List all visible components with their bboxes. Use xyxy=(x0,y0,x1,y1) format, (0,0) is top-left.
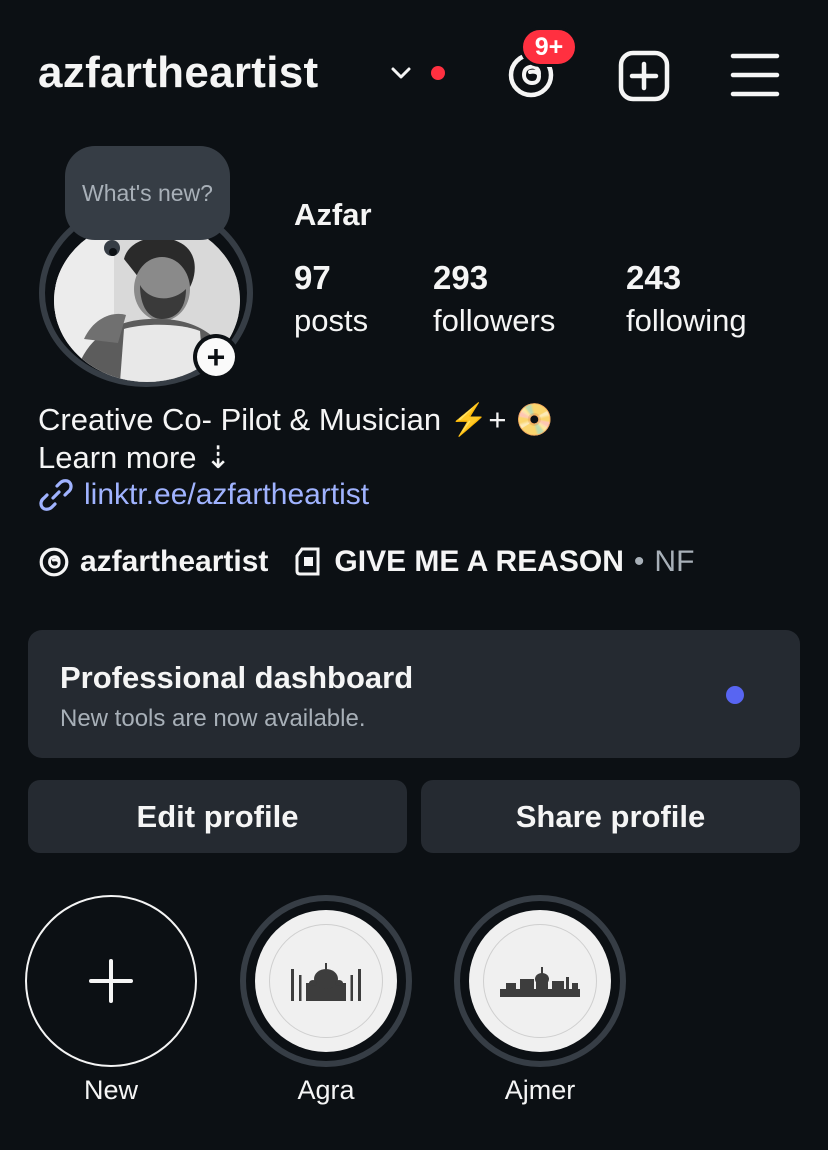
stat-value: 293 xyxy=(433,259,489,296)
stat-label: posts xyxy=(294,303,369,338)
dashboard-subtitle: New tools are now available. xyxy=(60,705,366,732)
highlight-ajmer[interactable]: Ajmer xyxy=(454,895,626,1106)
bio-link[interactable]: linktr.ee/azfartheartist xyxy=(38,477,369,513)
plus-icon: + xyxy=(197,338,235,376)
add-story-button[interactable]: + xyxy=(193,334,239,380)
bio-line: Creative Co- Pilot & Musician ⚡+ 📀 xyxy=(38,402,554,437)
profile-chips: azfartheartist GIVE ME A REASON • NF xyxy=(38,545,694,579)
notification-badge: 9+ xyxy=(520,27,578,67)
threads-icon xyxy=(39,547,69,577)
stat-followers[interactable]: 293 followers xyxy=(433,258,555,344)
bio: Creative Co- Pilot & Musician ⚡+ 📀 Learn… xyxy=(38,401,554,477)
menu-icon[interactable] xyxy=(729,50,781,100)
highlight-agra[interactable]: Agra xyxy=(240,895,412,1106)
highlight-new[interactable]: New xyxy=(25,895,197,1106)
note-bubble-tail-hole xyxy=(109,248,117,256)
highlight-cover[interactable] xyxy=(240,895,412,1067)
stat-following[interactable]: 243 following xyxy=(626,258,747,344)
stat-label: following xyxy=(626,303,747,338)
threads-handle[interactable]: azfartheartist xyxy=(80,545,268,579)
plus-icon xyxy=(89,959,133,1003)
link-icon xyxy=(39,479,73,511)
profile-song-artist: NF xyxy=(654,545,695,578)
edit-profile-button[interactable]: Edit profile xyxy=(28,780,407,853)
stat-label: followers xyxy=(433,303,556,338)
stat-value: 243 xyxy=(626,259,682,296)
create-post-icon[interactable] xyxy=(617,49,671,103)
dashboard-title: Professional dashboard xyxy=(60,660,414,695)
highlight-label: Ajmer xyxy=(504,1075,576,1105)
display-name: Azfar xyxy=(294,197,372,232)
new-indicator-dot xyxy=(726,686,744,704)
new-highlight-circle[interactable] xyxy=(25,895,197,1067)
stat-value: 97 xyxy=(294,259,331,296)
account-alert-dot xyxy=(431,66,445,80)
stat-posts[interactable]: 97 posts xyxy=(294,258,368,344)
note-bubble[interactable]: What's new? xyxy=(65,146,230,240)
profile-song-title[interactable]: GIVE ME A REASON xyxy=(334,545,623,579)
bio-link-text[interactable]: linktr.ee/azfartheartist xyxy=(84,478,369,512)
profile-username[interactable]: azfartheartist xyxy=(38,46,319,100)
ajmer-skyline-icon xyxy=(500,967,580,997)
song-separator: • xyxy=(633,545,645,578)
share-profile-button[interactable]: Share profile xyxy=(421,780,800,853)
highlight-label: New xyxy=(83,1075,138,1105)
chevron-down-icon[interactable] xyxy=(388,60,414,86)
highlight-label: Agra xyxy=(297,1075,355,1105)
music-note-icon xyxy=(295,547,320,576)
learn-more-link[interactable]: Learn more ⇣ xyxy=(38,439,554,477)
highlight-cover[interactable] xyxy=(454,895,626,1067)
taj-mahal-icon xyxy=(291,963,361,1001)
professional-dashboard-card[interactable]: Professional dashboard New tools are now… xyxy=(28,630,800,758)
